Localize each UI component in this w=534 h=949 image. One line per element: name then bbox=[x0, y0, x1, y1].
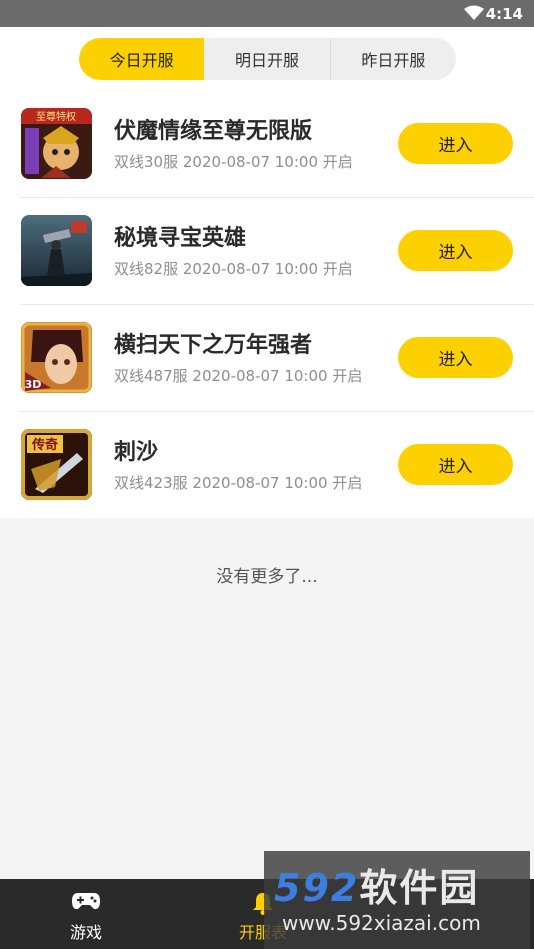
no-more-text: 没有更多了... bbox=[216, 567, 318, 587]
game-name: 伏魔情缘至尊无限版 bbox=[114, 119, 313, 144]
server-list: 至尊特权 伏魔情缘至尊无限版 双线30服 2020-08-07 10:00 开启… bbox=[0, 91, 534, 519]
watermark: 592软件园 www.592xiazai.com bbox=[264, 851, 530, 949]
watermark-brand: 软件园 bbox=[359, 866, 480, 910]
game-name: 秘境寻宝英雄 bbox=[114, 226, 247, 251]
game-icon[interactable]: 3D bbox=[21, 322, 92, 393]
list-item[interactable]: 秘境寻宝英雄 双线82服 2020-08-07 10:00 开启 进入 bbox=[0, 198, 534, 305]
status-bar: 4:14 bbox=[0, 0, 534, 27]
gamepad-icon bbox=[72, 893, 100, 910]
enter-button[interactable]: 进入 bbox=[398, 123, 513, 164]
server-info: 双线82服 2020-08-07 10:00 开启 bbox=[114, 260, 353, 278]
game-name: 刺沙 bbox=[114, 440, 159, 465]
tab-tomorrow[interactable]: 明日开服 bbox=[204, 38, 331, 80]
main-content: 今日开服 明日开服 昨日开服 至尊特权 伏魔情缘至尊无限版 双线30服 2020… bbox=[0, 27, 534, 518]
game-icon[interactable]: 至尊特权 bbox=[21, 108, 92, 179]
list-item[interactable]: 传奇 刺沙 双线423服 2020-08-07 10:00 开启 进入 bbox=[0, 412, 534, 519]
watermark-url: www.592xiazai.com bbox=[282, 911, 481, 935]
server-info: 双线487服 2020-08-07 10:00 开启 bbox=[114, 367, 363, 385]
wifi-icon bbox=[464, 5, 484, 20]
icon-badge-text: 3D bbox=[25, 378, 42, 391]
enter-button[interactable]: 进入 bbox=[398, 444, 513, 485]
enter-button[interactable]: 进入 bbox=[398, 337, 513, 378]
icon-badge-text: 传奇 bbox=[31, 437, 58, 453]
game-icon[interactable] bbox=[21, 215, 92, 286]
server-info: 双线30服 2020-08-07 10:00 开启 bbox=[114, 153, 353, 171]
nav-item-games[interactable]: 游戏 bbox=[26, 879, 146, 949]
watermark-number: 592 bbox=[274, 866, 360, 910]
tab-today[interactable]: 今日开服 bbox=[79, 38, 205, 80]
nav-label-games: 游戏 bbox=[69, 923, 102, 942]
icon-badge-text: 至尊特权 bbox=[36, 110, 76, 123]
tab-yesterday[interactable]: 昨日开服 bbox=[331, 38, 456, 80]
game-name: 横扫天下之万年强者 bbox=[114, 333, 313, 358]
list-item[interactable]: 3D 横扫天下之万年强者 双线487服 2020-08-07 10:00 开启 … bbox=[0, 305, 534, 412]
watermark-logo: 592软件园 bbox=[274, 857, 479, 912]
clock: 4:14 bbox=[485, 5, 523, 23]
list-item[interactable]: 至尊特权 伏魔情缘至尊无限版 双线30服 2020-08-07 10:00 开启… bbox=[0, 91, 534, 198]
game-icon[interactable]: 传奇 bbox=[21, 429, 92, 500]
date-tabs: 今日开服 明日开服 昨日开服 bbox=[79, 38, 456, 80]
server-info: 双线423服 2020-08-07 10:00 开启 bbox=[114, 474, 363, 492]
enter-button[interactable]: 进入 bbox=[398, 230, 513, 271]
